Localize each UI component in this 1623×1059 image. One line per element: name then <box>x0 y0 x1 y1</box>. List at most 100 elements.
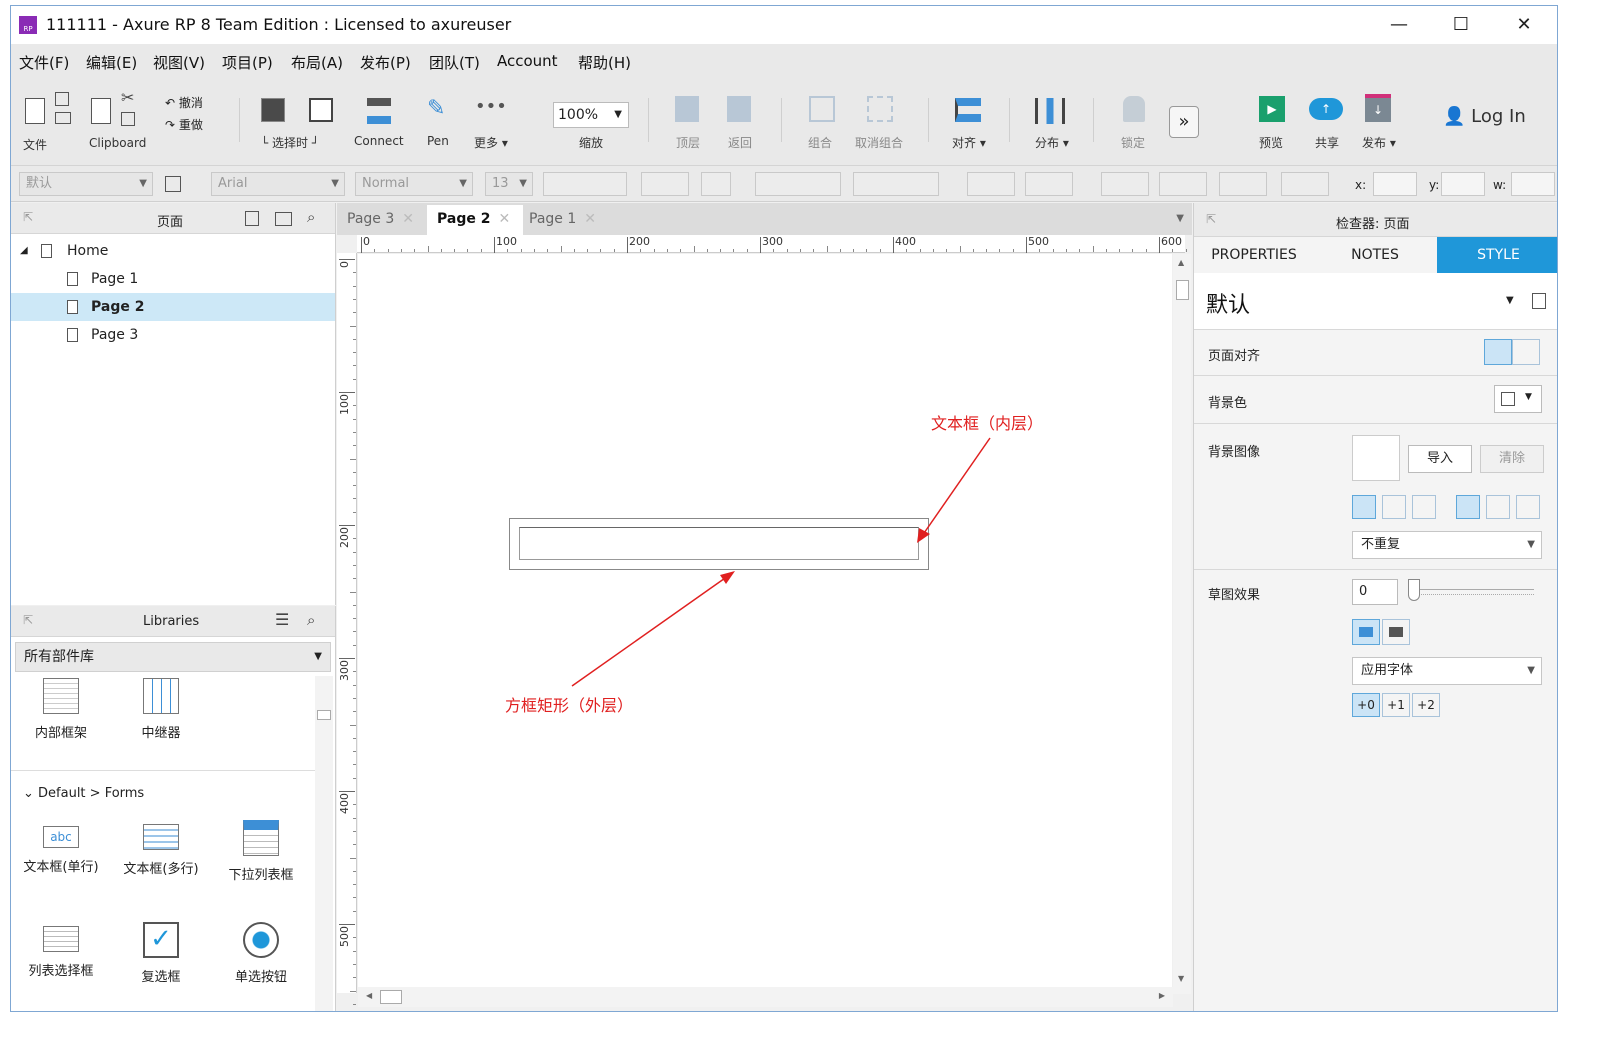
font-size-step-1[interactable]: +1 <box>1382 693 1410 717</box>
import-button[interactable]: 导入 <box>1408 445 1472 473</box>
style-select[interactable]: 默认 ▼ <box>19 172 153 196</box>
copy-icon[interactable] <box>121 112 135 126</box>
scroll-left-icon[interactable]: ◀ <box>366 991 372 1000</box>
page-tree-page1[interactable]: Page 1 <box>11 265 335 293</box>
image-align-middle-button[interactable] <box>1486 495 1510 519</box>
menu-help[interactable]: 帮助(H) <box>578 52 631 73</box>
connect-icon[interactable] <box>367 98 391 124</box>
collapse-panel-icon[interactable]: ⇱ <box>23 210 33 224</box>
menu-account[interactable]: Account <box>497 52 558 70</box>
scroll-up-icon[interactable]: ▲ <box>1178 258 1184 267</box>
menu-team[interactable]: 团队(T) <box>429 52 480 73</box>
group-icon[interactable] <box>809 96 835 122</box>
widget-list-box[interactable]: 列表选择框 <box>11 922 111 979</box>
menu-publish[interactable]: 发布(P) <box>360 52 411 73</box>
bg-color-picker[interactable]: ▼ <box>1494 385 1542 413</box>
ungroup-icon[interactable] <box>867 96 893 122</box>
font-weight-select[interactable]: Normal ▼ <box>355 172 473 196</box>
more-icon[interactable]: ••• <box>475 96 507 117</box>
scroll-thumb[interactable] <box>380 990 402 1004</box>
bring-to-top-icon[interactable] <box>675 96 699 122</box>
slider-thumb[interactable] <box>1408 579 1420 601</box>
font-color-button[interactable] <box>641 172 689 196</box>
redo-button[interactable]: ↷ 重做 <box>165 116 203 133</box>
tab-style[interactable]: STYLE <box>1437 237 1557 273</box>
font-family-select[interactable]: 应用字体 ▼ <box>1352 657 1542 685</box>
add-page-icon[interactable] <box>245 211 259 226</box>
file-new-icon[interactable] <box>25 98 45 124</box>
menu-icon[interactable]: ☰ <box>275 610 289 629</box>
arrow-style-button[interactable] <box>1281 172 1329 196</box>
tab-notes[interactable]: NOTES <box>1314 237 1436 273</box>
widget-repeater[interactable]: 中继器 <box>111 678 211 741</box>
font-size-select[interactable]: 13 ▼ <box>485 172 533 196</box>
outer-rectangle[interactable] <box>509 518 929 570</box>
distribute-icon[interactable] <box>1035 98 1065 124</box>
library-section-forms[interactable]: ⌄ Default > Forms <box>23 786 144 801</box>
close-icon[interactable]: ✕ <box>498 211 510 227</box>
lock-icon[interactable] <box>1123 96 1145 122</box>
publish-icon[interactable]: ↓ <box>1365 94 1391 122</box>
maximize-button[interactable]: ☐ <box>1439 10 1483 40</box>
line-style-button[interactable] <box>1219 172 1267 196</box>
collapse-triangle-icon[interactable]: ◢ <box>20 237 28 265</box>
menu-arrange[interactable]: 布局(A) <box>291 52 343 73</box>
preview-icon[interactable]: ▶ <box>1259 96 1285 122</box>
grayscale-mode-button[interactable] <box>1382 619 1410 645</box>
select-intersect-icon[interactable] <box>261 98 285 122</box>
scroll-down-icon[interactable]: ▼ <box>1178 974 1184 983</box>
cut-icon[interactable]: ✂ <box>121 88 134 107</box>
clear-button[interactable]: 清除 <box>1480 445 1544 473</box>
sketch-slider[interactable] <box>1408 589 1534 595</box>
font-size-step-0[interactable]: +0 <box>1352 693 1380 717</box>
edit-style-icon[interactable] <box>165 176 181 192</box>
menu-view[interactable]: 视图(V) <box>153 52 205 73</box>
image-align-center-button[interactable] <box>1382 495 1406 519</box>
style-dropdown-icon[interactable]: ▼ <box>1506 295 1514 306</box>
widget-text-field[interactable]: abc 文本框(单行) <box>11 820 111 875</box>
design-canvas[interactable]: 文本框（内层） 方框矩形（外层） <box>358 254 1172 987</box>
sketch-value-input[interactable]: 0 <box>1352 579 1398 605</box>
page-tree-page3[interactable]: Page 3 <box>11 321 335 349</box>
widget-droplist[interactable]: 下拉列表框 <box>211 820 311 883</box>
widget-checkbox[interactable]: ✓ 复选框 <box>111 922 211 985</box>
paste-icon[interactable] <box>91 98 111 124</box>
library-select[interactable]: 所有部件库 ▼ <box>15 642 331 672</box>
align-center-button[interactable] <box>1512 339 1540 365</box>
minimize-button[interactable]: — <box>1377 10 1421 40</box>
edit-style-icon[interactable] <box>1532 293 1546 309</box>
pen-icon[interactable]: ✎ <box>427 96 445 121</box>
font-size-step-2[interactable]: +2 <box>1412 693 1440 717</box>
login-button[interactable]: 👤 Log In <box>1443 106 1526 127</box>
image-align-right-button[interactable] <box>1412 495 1436 519</box>
expand-toolbar-button[interactable]: » <box>1169 106 1199 138</box>
page-tree-page2[interactable]: Page 2 <box>11 293 335 321</box>
close-icon[interactable]: ✕ <box>584 211 596 227</box>
distribute-label[interactable]: 分布 ▾ <box>1035 134 1069 151</box>
send-back-icon[interactable] <box>727 96 751 122</box>
image-align-bottom-button[interactable] <box>1516 495 1540 519</box>
tab-page2[interactable]: Page 2 ✕ <box>427 205 523 235</box>
save-icon[interactable] <box>55 92 69 106</box>
y-input[interactable] <box>1441 172 1485 196</box>
libraries-scrollbar[interactable] <box>315 676 333 1011</box>
collapse-panel-icon[interactable]: ⇱ <box>1206 212 1216 226</box>
tab-page1[interactable]: Page 1 ✕ <box>519 205 609 235</box>
bold-italic-underline-buttons[interactable] <box>543 172 627 196</box>
horizontal-align-buttons[interactable] <box>755 172 841 196</box>
scroll-right-icon[interactable]: ▶ <box>1159 991 1165 1000</box>
publish-label[interactable]: 发布 ▾ <box>1362 134 1396 151</box>
line-weight-button[interactable] <box>1159 172 1207 196</box>
tabs-dropdown-icon[interactable]: ▼ <box>1176 213 1184 224</box>
tab-properties[interactable]: PROPERTIES <box>1194 237 1314 273</box>
tab-page3[interactable]: Page 3 ✕ <box>337 205 427 235</box>
add-folder-icon[interactable] <box>275 212 292 226</box>
scroll-thumb[interactable] <box>1176 280 1189 300</box>
scroll-thumb[interactable] <box>317 710 331 720</box>
open-folder-icon[interactable] <box>55 112 71 124</box>
widget-radio-button[interactable]: 单选按钮 <box>211 922 311 985</box>
shadow-button[interactable] <box>1025 172 1073 196</box>
search-icon[interactable]: ⌕ <box>307 208 315 226</box>
zoom-select[interactable]: 100% ▼ <box>553 102 629 128</box>
w-input[interactable] <box>1511 172 1555 196</box>
